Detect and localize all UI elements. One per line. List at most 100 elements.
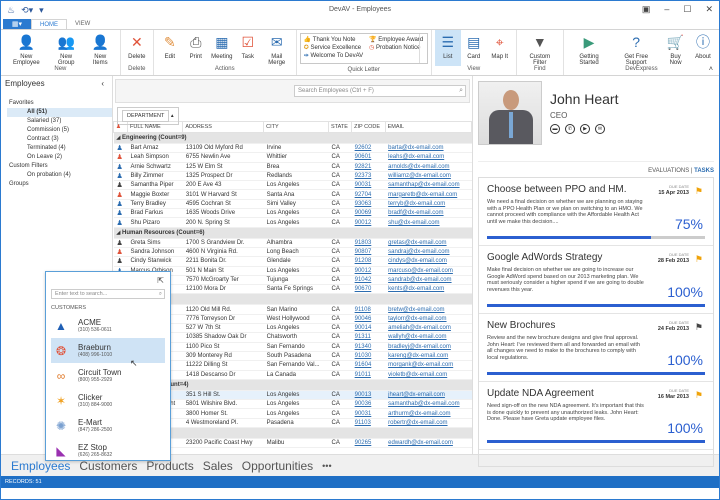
- customer-search-input[interactable]: Enter text to search... ⌕: [51, 289, 165, 299]
- email-link[interactable]: williamz@dx-email.com: [388, 173, 451, 179]
- zip-link[interactable]: 90036: [355, 401, 372, 407]
- zip-link[interactable]: 90031: [355, 182, 372, 188]
- print-button[interactable]: ⎙ Print: [183, 33, 209, 61]
- customer-item[interactable]: ▲ ACME (310) 536-0611: [46, 313, 170, 338]
- tab-tasks[interactable]: TASKS: [694, 168, 714, 174]
- new-items-button[interactable]: 👤 New Items: [84, 33, 117, 67]
- zip-link[interactable]: 92373: [355, 173, 372, 179]
- table-row[interactable]: ♟ Billy Zimmer 1325 Prospect Dr Redlands CA 9…: [113, 171, 472, 182]
- thank-you-note-item[interactable]: 👍 Thank You Note: [304, 36, 363, 43]
- probation-notice-item[interactable]: ◷ Probation Notice: [369, 44, 423, 51]
- zip-link[interactable]: 90807: [355, 249, 372, 255]
- more-modules-button[interactable]: •••: [322, 461, 331, 471]
- meeting-button[interactable]: ▦ Meeting: [209, 33, 235, 61]
- group-row[interactable]: ◢ Human Resources (Count=6): [113, 227, 472, 239]
- tree-item[interactable]: Groups: [1, 180, 112, 189]
- zip-link[interactable]: 91042: [355, 277, 372, 283]
- maximize-button[interactable]: ☐: [683, 4, 691, 15]
- collapse-pane-icon[interactable]: ‹: [101, 79, 104, 88]
- zip-link[interactable]: 90601: [355, 154, 372, 160]
- zip-link[interactable]: 90069: [355, 210, 372, 216]
- edit-button[interactable]: ✎ Edit: [157, 33, 183, 61]
- zip-link[interactable]: 90013: [355, 392, 372, 398]
- new-employee-button[interactable]: 👤 New Employee: [4, 33, 49, 67]
- zip-link[interactable]: 91340: [355, 344, 372, 350]
- zip-link[interactable]: 90012: [355, 220, 372, 226]
- table-row[interactable]: ♟ Greta Sims 1700 S Grandview Dr. Alhambra C…: [113, 238, 472, 248]
- task-card[interactable]: Google AdWords Strategy Make final decisi…: [479, 246, 713, 314]
- tree-item[interactable]: All (51): [7, 108, 112, 117]
- tree-item[interactable]: On Leave (2): [1, 153, 112, 162]
- zip-link[interactable]: 92602: [355, 145, 372, 151]
- task-card[interactable]: Update NDA Agreement Need sign-off on the…: [479, 382, 713, 450]
- customer-item[interactable]: ∞ Circuit Town (800) 955-2929: [46, 363, 170, 388]
- zip-link[interactable]: 90031: [355, 411, 372, 417]
- flag-icon[interactable]: ⚑: [695, 390, 703, 401]
- column-header[interactable]: EMAIL: [384, 121, 473, 133]
- task-card[interactable]: Choose between PPO and HM... We need a fi…: [479, 178, 713, 246]
- email-link[interactable]: samanthab@dx-email.com: [388, 401, 459, 407]
- email-link[interactable]: bretw@dx-email.com: [388, 307, 444, 313]
- table-row[interactable]: ♟ Cindy Stanwick 2211 Bonita Dr. Glendale CA…: [113, 256, 472, 267]
- zip-link[interactable]: 91011: [355, 372, 371, 378]
- column-header[interactable]: STATE: [328, 121, 353, 133]
- email-link[interactable]: kareng@dx-email.com: [388, 353, 448, 359]
- group-row[interactable]: ◢ Engineering (Count=9): [113, 132, 472, 144]
- video-icon[interactable]: ▶: [580, 124, 590, 134]
- email-link[interactable]: arnolds@dx-email.com: [388, 164, 449, 170]
- tree-item[interactable]: Favorites: [1, 99, 112, 108]
- email-link[interactable]: jheart@dx-email.com: [388, 392, 445, 398]
- phone-icon[interactable]: ✆: [565, 124, 575, 134]
- email-link[interactable]: margaretb@dx-email.com: [388, 192, 457, 198]
- table-row[interactable]: ♟ Arnie Schwartz 125 W Elm St Brea CA 92821 ar…: [113, 162, 472, 172]
- email-icon[interactable]: ✉: [595, 124, 605, 134]
- zip-link[interactable]: 91030: [355, 353, 372, 359]
- nav-sales[interactable]: Sales: [203, 459, 233, 473]
- table-row[interactable]: ♟ Brad Farkus 1635 Woods Drive Los Angeles C…: [113, 208, 472, 219]
- about-button[interactable]: ⓘ About: [690, 33, 716, 60]
- email-link[interactable]: samanthap@dx-email.com: [388, 182, 459, 188]
- minimize-button[interactable]: –: [664, 4, 669, 15]
- custom-filter-button[interactable]: ▼ Custom Filter: [520, 33, 560, 66]
- task-button[interactable]: ☑ Task: [235, 33, 261, 61]
- chat-icon[interactable]: ▬: [550, 124, 560, 134]
- get-free-support-button[interactable]: ? Get Free Support: [611, 33, 661, 66]
- column-header[interactable]: ZIP CODE: [351, 121, 386, 133]
- tree-item[interactable]: Terminated (4): [1, 144, 112, 153]
- flag-icon[interactable]: ⚑: [695, 322, 703, 333]
- customer-item[interactable]: ✺ E-Mart (847) 286-2500: [46, 413, 170, 438]
- column-header[interactable]: CITY: [263, 121, 330, 133]
- customer-item[interactable]: ✶ Clicker (310) 884-9000: [46, 388, 170, 413]
- pop-out-icon[interactable]: ⇱: [157, 276, 164, 285]
- email-link[interactable]: ameliah@dx-email.com: [388, 325, 451, 331]
- email-link[interactable]: sandrab@dx-email.com: [388, 277, 451, 283]
- email-link[interactable]: kents@dx-email.com: [388, 286, 444, 292]
- tree-item[interactable]: Custom Filters: [1, 162, 112, 171]
- email-link[interactable]: cindys@dx-email.com: [388, 258, 447, 264]
- mail-merge-button[interactable]: ✉ Mail Merge: [261, 33, 293, 67]
- tree-item[interactable]: Commission (5): [1, 126, 112, 135]
- customer-item[interactable]: ◣ EZ Stop (626) 265-8632: [46, 438, 170, 463]
- table-row[interactable]: ♟ Samantha Piper 200 E Ave 43 Los Angeles CA…: [113, 180, 472, 191]
- zip-link[interactable]: 90046: [355, 316, 372, 322]
- map-it-button[interactable]: ⌖ Map It: [487, 30, 513, 61]
- email-link[interactable]: wallyh@dx-email.com: [388, 334, 446, 340]
- zip-link[interactable]: 90265: [355, 440, 372, 446]
- table-row[interactable]: ♟ Shu Pizaro 200 N. Spring St Los Angeles CA…: [113, 217, 472, 228]
- card-view-button[interactable]: ▤ Card: [461, 30, 487, 61]
- delete-button[interactable]: ✕ Delete: [124, 33, 150, 61]
- zip-link[interactable]: 93063: [355, 201, 372, 207]
- task-card[interactable]: New Brochures Review and the new brochure…: [479, 314, 713, 382]
- zip-link[interactable]: 90012: [355, 268, 372, 274]
- zip-link[interactable]: 91103: [355, 420, 371, 426]
- email-link[interactable]: barta@dx-email.com: [388, 145, 443, 151]
- tab-view[interactable]: VIEW: [67, 19, 98, 29]
- email-link[interactable]: violetb@dx-email.com: [388, 372, 447, 378]
- collapse-ribbon-icon[interactable]: ˄: [709, 66, 713, 73]
- tree-item[interactable]: Contract (3): [1, 135, 112, 144]
- column-header[interactable]: ADDRESS: [182, 121, 265, 133]
- tab-home[interactable]: HOME: [31, 19, 67, 29]
- zip-link[interactable]: 90014: [355, 325, 372, 331]
- new-group-button[interactable]: 👥 New Group: [49, 33, 84, 67]
- zip-link[interactable]: 91803: [355, 240, 372, 246]
